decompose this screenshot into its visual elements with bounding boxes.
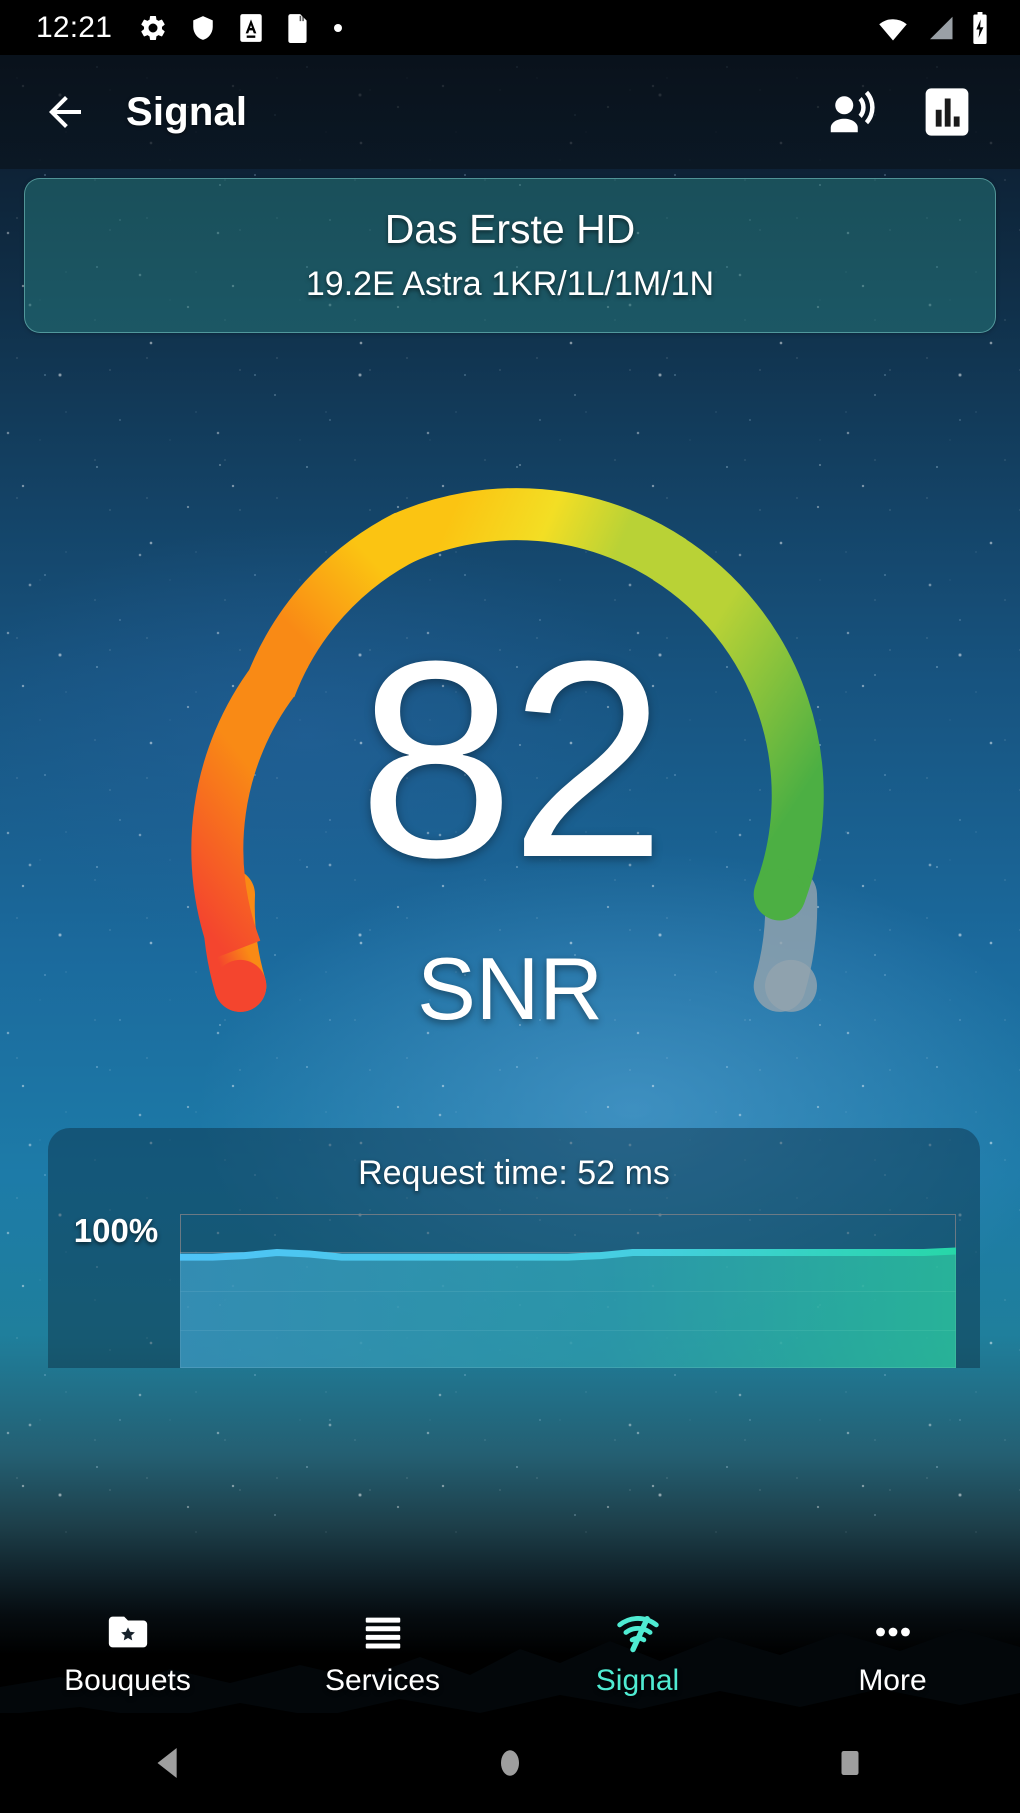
snr-value: 82: [358, 604, 665, 916]
app-screen: 12:21 Signal Das Erste HD 19.2E Astra 1K…: [0, 0, 1020, 1813]
chart-y-axis-max-label: 100%: [73, 1212, 159, 1249]
satellite-position: 19.2E Astra 1KR/1L/1M/1N: [305, 265, 715, 304]
nav-item-signal[interactable]: Signal: [510, 1598, 765, 1713]
android-back-button[interactable]: [0, 1742, 340, 1784]
app-bar-actions: [824, 85, 974, 139]
app-bar: Signal: [0, 55, 1020, 169]
gear-icon: [141, 15, 165, 40]
status-bar-system-icons: [876, 11, 990, 44]
bottom-navigation-bar: Bouquets Services Signal More: [0, 1598, 1020, 1713]
wifi-icon: [879, 18, 907, 40]
page-title: Signal: [126, 89, 248, 134]
android-recents-button[interactable]: [680, 1742, 1020, 1784]
list-icon: [360, 1608, 406, 1656]
channel-name: Das Erste HD: [384, 206, 636, 253]
network-check-icon: [613, 1608, 663, 1656]
chart-area-fill: [180, 1250, 956, 1368]
status-bar-clock: 12:21: [36, 10, 113, 44]
android-back-triangle-icon: [157, 1748, 177, 1778]
nav-label-services: Services: [324, 1664, 441, 1697]
android-navigation-bar: [0, 1713, 1020, 1813]
more-horiz-icon: [870, 1608, 916, 1656]
shield-icon: [193, 15, 213, 40]
nav-item-more[interactable]: More: [765, 1598, 1020, 1713]
android-recents-square-icon: [841, 1750, 859, 1776]
snr-label: SNR: [417, 939, 603, 1038]
nav-label-bouquets: Bouquets: [64, 1664, 191, 1697]
request-time-label: Request time: 52 ms: [358, 1154, 670, 1192]
arrow-back-icon: [49, 96, 81, 128]
signal-history-chart[interactable]: [180, 1214, 956, 1368]
record-voice-over-icon[interactable]: [824, 85, 878, 139]
cellular-signal-icon: [930, 16, 953, 39]
folder-star-icon: [105, 1608, 151, 1656]
nav-item-bouquets[interactable]: Bouquets: [0, 1598, 255, 1713]
back-button[interactable]: [34, 81, 96, 143]
signal-history-card: Request time: 52 ms 100%: [48, 1128, 980, 1368]
nav-label-signal: Signal: [595, 1664, 680, 1697]
bar-chart-glyph: [925, 88, 969, 136]
sd-card-icon: [288, 13, 307, 43]
battery-charging-icon: [973, 11, 987, 44]
channel-info-card[interactable]: Das Erste HD 19.2E Astra 1KR/1L/1M/1N: [24, 178, 996, 333]
status-bar-notification-icons: [138, 13, 344, 43]
nav-label-more: More: [858, 1664, 927, 1697]
dot-icon: [334, 23, 343, 32]
nav-item-services[interactable]: Services: [255, 1598, 510, 1713]
record-voice-over-glyph: [830, 90, 875, 133]
android-home-circle-icon: [501, 1750, 519, 1776]
status-bar: 12:21: [0, 0, 1020, 55]
bar-chart-icon[interactable]: [920, 85, 974, 139]
app-badge-icon: [240, 13, 262, 42]
gauge-segment-yellow-lime: [391, 488, 687, 583]
android-home-button[interactable]: [340, 1742, 680, 1784]
